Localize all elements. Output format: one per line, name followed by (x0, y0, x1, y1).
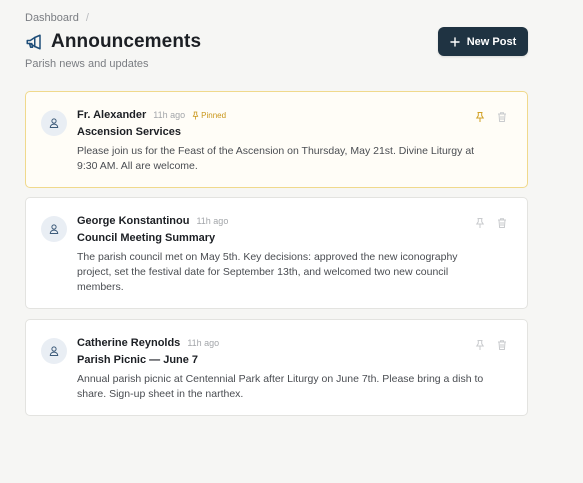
pin-icon[interactable] (474, 339, 486, 351)
breadcrumb-separator: / (85, 12, 89, 24)
avatar (41, 110, 67, 136)
pinned-badge: Pinned (192, 111, 226, 120)
announcement-actions (474, 111, 508, 123)
user-icon (48, 117, 60, 129)
announcement-body: Please join us for the Feast of the Asce… (77, 145, 475, 172)
avatar (41, 338, 67, 364)
announcement-meta: Catherine Reynolds 11h ago (77, 336, 487, 350)
trash-icon[interactable] (496, 111, 508, 123)
megaphone-icon (25, 33, 43, 51)
announcements-page: Dashboard / Announcements Parish news an… (0, 0, 583, 483)
announcement-meta: Fr. Alexander 11h ago Pinned (77, 108, 487, 122)
plus-icon (450, 36, 460, 47)
user-icon (48, 345, 60, 357)
announcement-body: Annual parish picnic at Centennial Park … (77, 373, 484, 400)
announcement-card: Fr. Alexander 11h ago Pinned Ascension S… (25, 91, 528, 188)
announcement-title: Ascension Services (77, 126, 181, 138)
new-post-label: New Post (466, 35, 517, 48)
announcement-card: George Konstantinou 11h ago Council Meet… (25, 197, 528, 309)
breadcrumb-dashboard-link[interactable]: Dashboard (25, 12, 79, 24)
unpin-icon[interactable] (474, 111, 486, 123)
announcement-card: Catherine Reynolds 11h ago Parish Picnic… (25, 319, 528, 416)
page-title: Announcements (51, 31, 202, 52)
page-header: Announcements (25, 31, 201, 53)
breadcrumb: Dashboard / (25, 12, 89, 24)
announcement-time: 11h ago (187, 338, 220, 348)
announcement-author: Catherine Reynolds (77, 337, 181, 349)
pin-icon[interactable] (474, 217, 486, 229)
trash-icon[interactable] (496, 339, 508, 351)
announcement-actions (474, 339, 508, 351)
new-post-button[interactable]: New Post (438, 27, 528, 56)
page-subtitle: Parish news and updates (25, 58, 149, 70)
announcement-content: George Konstantinou 11h ago Council Meet… (77, 214, 487, 295)
trash-icon[interactable] (496, 217, 508, 229)
announcement-body: The parish council met on May 5th. Key d… (77, 251, 458, 293)
announcement-author: Fr. Alexander (77, 109, 147, 121)
announcement-author: George Konstantinou (77, 215, 190, 227)
announcement-title: Parish Picnic — June 7 (77, 354, 199, 366)
announcement-content: Fr. Alexander 11h ago Pinned Ascension S… (77, 108, 487, 174)
announcement-time: 11h ago (153, 110, 186, 120)
announcement-time: 11h ago (196, 216, 229, 226)
announcement-content: Catherine Reynolds 11h ago Parish Picnic… (77, 336, 487, 402)
avatar (41, 216, 67, 242)
announcement-title: Council Meeting Summary (77, 232, 216, 244)
announcement-actions (474, 217, 508, 229)
user-icon (48, 223, 60, 235)
pin-icon (192, 111, 199, 120)
pinned-badge-label: Pinned (201, 110, 227, 120)
announcement-meta: George Konstantinou 11h ago (77, 214, 487, 228)
